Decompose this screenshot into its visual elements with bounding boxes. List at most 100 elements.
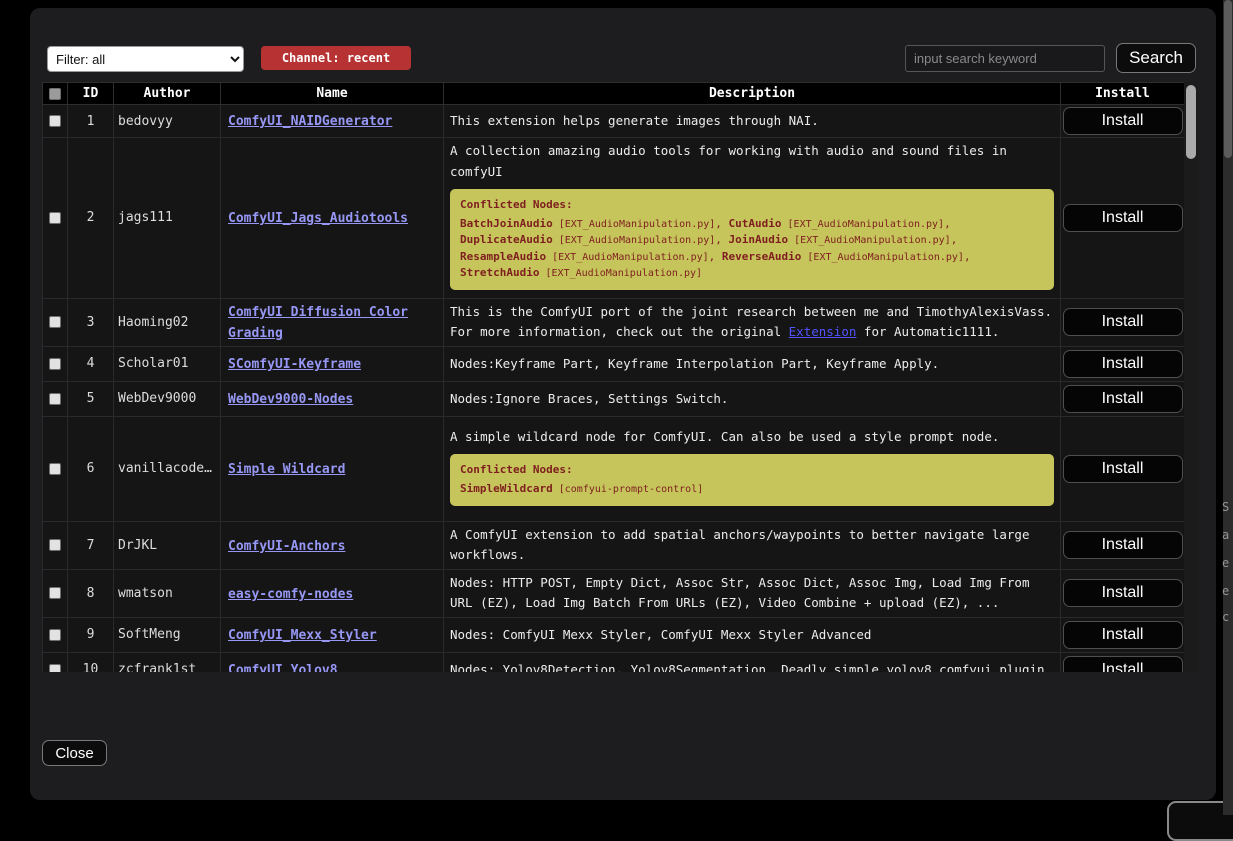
row-author: Scholar01 [114,346,221,381]
row-install-cell: Install [1061,105,1185,138]
extension-name-link[interactable]: ComfyUI-Anchors [228,539,345,554]
table-scrollbar-thumb[interactable] [1186,85,1196,159]
table-row: 1 bedovyy ComfyUI_NAIDGenerator This ext… [43,105,1185,138]
row-id: 9 [68,617,114,652]
row-install-cell: Install [1061,138,1185,299]
row-author: zcfrank1st [114,652,221,672]
row-checkbox-cell [43,105,68,138]
header-install: Install [1061,83,1185,105]
install-button[interactable]: Install [1063,308,1183,336]
row-author: jags111 [114,138,221,299]
row-checkbox-cell [43,416,68,521]
table-row: 7 DrJKL ComfyUI-Anchors A ComfyUI extens… [43,521,1185,569]
row-description: A collection amazing audio tools for wor… [444,138,1061,299]
row-install-cell: Install [1061,298,1185,346]
row-checkbox-cell [43,521,68,569]
table-row: 9 SoftMeng ComfyUI_Mexx_Styler Nodes: Co… [43,617,1185,652]
row-id: 8 [68,569,114,617]
row-id: 6 [68,416,114,521]
row-id: 5 [68,381,114,416]
row-description: A simple wildcard node for ComfyUI. Can … [444,416,1061,521]
install-button[interactable]: Install [1063,107,1183,135]
install-button[interactable]: Install [1063,656,1183,672]
page-scrollbar-track[interactable] [1223,0,1233,815]
row-id: 7 [68,521,114,569]
table-row: 3 Haoming02 ComfyUI Diffusion Color Grad… [43,298,1185,346]
background-fragment: a [1222,528,1229,542]
row-checkbox[interactable] [49,629,61,641]
conflicted-nodes-box: Conflicted Nodes:SimpleWildcard [comfyui… [450,454,1054,505]
row-checkbox-cell [43,652,68,672]
extension-name-link[interactable]: ComfyUI Diffusion Color Grading [228,305,408,342]
row-checkbox-cell [43,298,68,346]
row-name-cell: easy-comfy-nodes [221,569,444,617]
row-description: A ComfyUI extension to add spatial ancho… [444,521,1061,569]
row-description: Nodes:Ignore Braces, Settings Switch. [444,381,1061,416]
row-description: This is the ComfyUI port of the joint re… [444,298,1061,346]
extension-name-link[interactable]: easy-comfy-nodes [228,587,353,602]
row-checkbox[interactable] [49,212,61,224]
table-row: 6 vanillacode314 Simple Wildcard A simpl… [43,416,1185,521]
install-button[interactable]: Install [1063,385,1183,413]
install-button[interactable]: Install [1063,531,1183,559]
extension-name-link[interactable]: SComfyUI-Keyframe [228,357,361,372]
row-install-cell: Install [1061,617,1185,652]
select-all-checkbox[interactable] [49,88,61,100]
row-checkbox-cell [43,569,68,617]
row-checkbox[interactable] [49,358,61,370]
table-body: 1 bedovyy ComfyUI_NAIDGenerator This ext… [43,105,1185,673]
row-name-cell: ComfyUI-Anchors [221,521,444,569]
select-all-cell [43,83,68,105]
row-author: SoftMeng [114,617,221,652]
row-name-cell: ComfyUI_NAIDGenerator [221,105,444,138]
conflicted-nodes-box: Conflicted Nodes:BatchJoinAudio [EXT_Aud… [450,189,1054,290]
install-button[interactable]: Install [1063,455,1183,483]
install-button[interactable]: Install [1063,350,1183,378]
row-checkbox[interactable] [49,115,61,127]
background-fragment: S [1222,500,1229,514]
search-input[interactable] [905,45,1105,72]
filter-select[interactable]: Filter: all [47,46,244,72]
description-link[interactable]: Extension [789,324,857,339]
row-name-cell: ComfyUI_Jags_Audiotools [221,138,444,299]
extension-name-link[interactable]: ComfyUI Yolov8 [228,663,338,672]
table-scrollbar-track[interactable] [1184,82,1198,672]
row-checkbox[interactable] [49,587,61,599]
extension-name-link[interactable]: ComfyUI_NAIDGenerator [228,114,392,129]
row-install-cell: Install [1061,521,1185,569]
install-button[interactable]: Install [1063,204,1183,232]
row-install-cell: Install [1061,416,1185,521]
row-author: bedovyy [114,105,221,138]
row-install-cell: Install [1061,346,1185,381]
row-description: Nodes: ComfyUI Mexx Styler, ComfyUI Mexx… [444,617,1061,652]
row-checkbox[interactable] [49,316,61,328]
header-name: Name [221,83,444,105]
search-button[interactable]: Search [1116,43,1196,73]
table-row: 5 WebDev9000 WebDev9000-Nodes Nodes:Igno… [43,381,1185,416]
row-checkbox[interactable] [49,539,61,551]
row-id: 4 [68,346,114,381]
table-row: 4 Scholar01 SComfyUI-Keyframe Nodes:Keyf… [43,346,1185,381]
row-checkbox[interactable] [49,393,61,405]
row-description: Nodes: Yolov8Detection, Yolov8Segmentati… [444,652,1061,672]
row-checkbox[interactable] [49,463,61,475]
background-fragment: c [1222,610,1229,624]
install-button[interactable]: Install [1063,621,1183,649]
table-row: 8 wmatson easy-comfy-nodes Nodes: HTTP P… [43,569,1185,617]
install-button[interactable]: Install [1063,579,1183,607]
extension-name-link[interactable]: WebDev9000-Nodes [228,392,353,407]
row-id: 2 [68,138,114,299]
row-id: 1 [68,105,114,138]
row-author: wmatson [114,569,221,617]
page-scrollbar-thumb[interactable] [1224,0,1232,158]
extension-name-link[interactable]: ComfyUI_Mexx_Styler [228,628,377,643]
row-checkbox[interactable] [49,664,61,672]
extension-name-link[interactable]: ComfyUI_Jags_Audiotools [228,211,408,226]
background-fragment: e [1222,584,1229,598]
row-id: 3 [68,298,114,346]
extension-name-link[interactable]: Simple Wildcard [228,462,345,477]
close-button[interactable]: Close [42,740,107,766]
row-name-cell: ComfyUI Diffusion Color Grading [221,298,444,346]
extensions-table: ID Author Name Description Install 1 bed… [42,82,1184,672]
header-id: ID [68,83,114,105]
